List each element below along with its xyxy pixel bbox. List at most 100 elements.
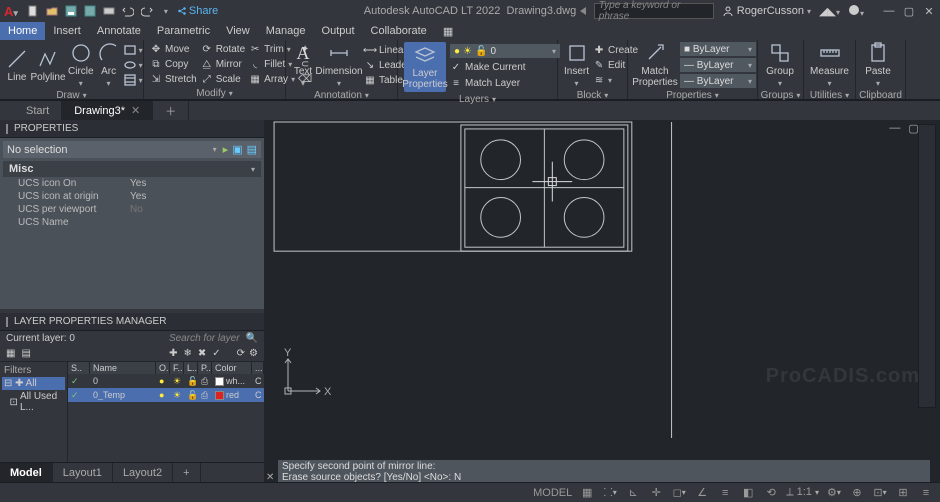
search-icon[interactable]: 🔍 [246,333,258,344]
autodesk-app-icon[interactable]: ◢◣▾ [819,5,840,18]
property-row[interactable]: UCS icon OnYes [0,177,264,190]
dimension-button[interactable]: Dimension▾ [318,42,360,88]
match-layer-button[interactable]: ≡Match Layer [450,76,560,90]
ellipse-icon[interactable]: ▾ [124,58,143,72]
app-logo[interactable]: A▾ [4,4,18,19]
new-tab-button[interactable]: ＋ [153,101,189,120]
saveas-icon[interactable] [82,3,98,19]
linetype-combo[interactable]: — ByLayer▾ [680,74,756,88]
panel-title-groups[interactable]: Groups▾ [758,90,803,101]
stretch-button[interactable]: ⇲Stretch [150,72,197,86]
tab-parametric[interactable]: Parametric [149,22,218,40]
mirror-button[interactable]: ⧋Mirror [201,57,245,71]
tab-output[interactable]: Output [314,22,363,40]
panel-title-annotation[interactable]: Annotation▾ [286,90,397,101]
layer-row[interactable]: ✓ 0_Temp ● ☀ 🔓 ⎙ red C [68,388,264,402]
lpm-new-icon[interactable]: ▦ [6,348,15,359]
color-combo[interactable]: ■ ByLayer▾ [680,42,756,56]
featured-apps-icon[interactable]: ▦ [435,22,461,40]
close-icon[interactable]: ✕ [922,5,936,18]
filter-all[interactable]: ⊟ ✚ All [2,377,65,390]
tab-collaborate[interactable]: Collaborate [363,22,435,40]
maximize-icon[interactable]: ▢ [902,5,916,18]
polyline-button[interactable]: Polyline [32,48,64,83]
panel-title-layers[interactable]: Layers▾ [398,94,557,105]
tab-home[interactable]: Home [0,22,45,40]
group-button[interactable]: Group▾ [764,42,796,88]
transparency-icon[interactable]: ◧ [740,485,756,501]
layer-row[interactable]: ✓ 0 ● ☀ 🔓 ⎙ wh... C [68,374,264,388]
undo-icon[interactable] [120,3,136,19]
annomonitor-icon[interactable]: ⊕ [849,485,865,501]
help-icon[interactable]: ▾ [848,4,864,19]
ortho-icon[interactable]: ⊾ [625,485,641,501]
customize-icon[interactable]: ≡ [918,485,934,501]
vp-minimize-icon[interactable]: — [889,122,900,135]
search-input[interactable]: Type a keyword or phrase [594,3,714,19]
snapmode-icon[interactable]: ⸬ ▾ [602,485,618,501]
units-icon[interactable]: ⊡ ▾ [872,485,888,501]
freeze-layer-icon[interactable]: ❄ [183,348,191,359]
minimize-icon[interactable]: — [882,5,896,18]
make-current-button[interactable]: ✓Make Current [450,60,560,74]
lpm-btn-icon[interactable]: ▤ [21,348,30,359]
layer-properties-button[interactable]: Layer Properties [404,42,446,92]
status-model[interactable]: MODEL [533,487,572,499]
drawing-canvas[interactable]: — ▢ ✕ [264,120,940,462]
tab-view[interactable]: View [218,22,258,40]
polar-icon[interactable]: ✛ [648,485,664,501]
category-misc[interactable]: Misc▾ [3,161,261,177]
circle-button[interactable]: Circle▾ [68,42,94,88]
hatch-icon[interactable]: ▾ [124,73,143,87]
save-icon[interactable] [63,3,79,19]
measure-button[interactable]: Measure▾ [810,42,849,88]
panel-title-modify[interactable]: Modify▾ [144,88,285,99]
layout-tab-add[interactable]: + [173,463,200,482]
tab-insert[interactable]: Insert [45,22,89,40]
osnap-icon[interactable]: ◻ ▾ [671,485,687,501]
set-current-icon[interactable]: ✓ [212,348,220,359]
doc-tab-drawing[interactable]: Drawing3*✕ [62,101,153,120]
arc-button[interactable]: Arc▾ [98,42,120,88]
panel-title-properties[interactable]: Properties▾ [628,90,757,101]
property-row[interactable]: UCS icon at originYes [0,190,264,203]
property-row[interactable]: UCS per viewportNo [0,203,264,216]
paste-button[interactable]: Paste▾ [862,42,894,88]
panel-title-block[interactable]: Block▾ [558,90,627,101]
open-icon[interactable] [44,3,60,19]
doc-tab-start[interactable]: Start [14,101,62,120]
signin-icon[interactable]: RogerCusson▾ [722,5,811,17]
refresh-icon[interactable]: ⟳ [237,348,245,359]
scale-button[interactable]: ⤢Scale [201,72,245,86]
line-button[interactable]: Line [6,48,28,83]
otrack-icon[interactable]: ∠ [694,485,710,501]
layout-tab-model[interactable]: Model [0,463,53,482]
close-tab-icon[interactable]: ✕ [131,104,140,117]
filter-all-used[interactable]: ⊡ All Used L... [2,390,65,414]
match-properties-button[interactable]: Match Properties [634,42,676,88]
copy-button[interactable]: ⧉Copy [150,57,197,71]
share-button[interactable]: Share [177,3,218,19]
layer-search-input[interactable]: Search for layer [169,333,240,344]
property-row[interactable]: UCS Name [0,216,264,229]
new-icon[interactable] [25,3,41,19]
lineweight-combo[interactable]: — ByLayer▾ [680,58,756,72]
layout-tab-layout2[interactable]: Layout2 [113,463,173,482]
workspace-gear-icon[interactable]: ⚙ ▾ [826,485,842,501]
layer-combo[interactable]: ●☀🔓0▾ [450,44,560,58]
properties-title[interactable]: PROPERTIES [0,120,264,138]
tab-annotate[interactable]: Annotate [89,22,149,40]
cycling-icon[interactable]: ⟲ [763,485,779,501]
text-button[interactable]: AText▾ [292,42,314,88]
redo-icon[interactable] [139,3,155,19]
lineweight-icon[interactable]: ≡ [717,485,733,501]
tab-manage[interactable]: Manage [258,22,314,40]
rectangle-icon[interactable]: ▾ [124,43,143,57]
selection-combo[interactable]: No selection▾ ▸▣▤ [3,141,261,158]
annoscale-icon[interactable]: ⟂ 1:1 ▾ [786,486,819,499]
settings-gear-icon[interactable]: ⚙ [249,348,258,359]
qprops-icon[interactable]: ⊞ [895,485,911,501]
move-button[interactable]: ✥Move [150,42,197,56]
navigation-bar[interactable] [918,124,936,408]
panel-title-utilities[interactable]: Utilities▾ [804,90,855,101]
